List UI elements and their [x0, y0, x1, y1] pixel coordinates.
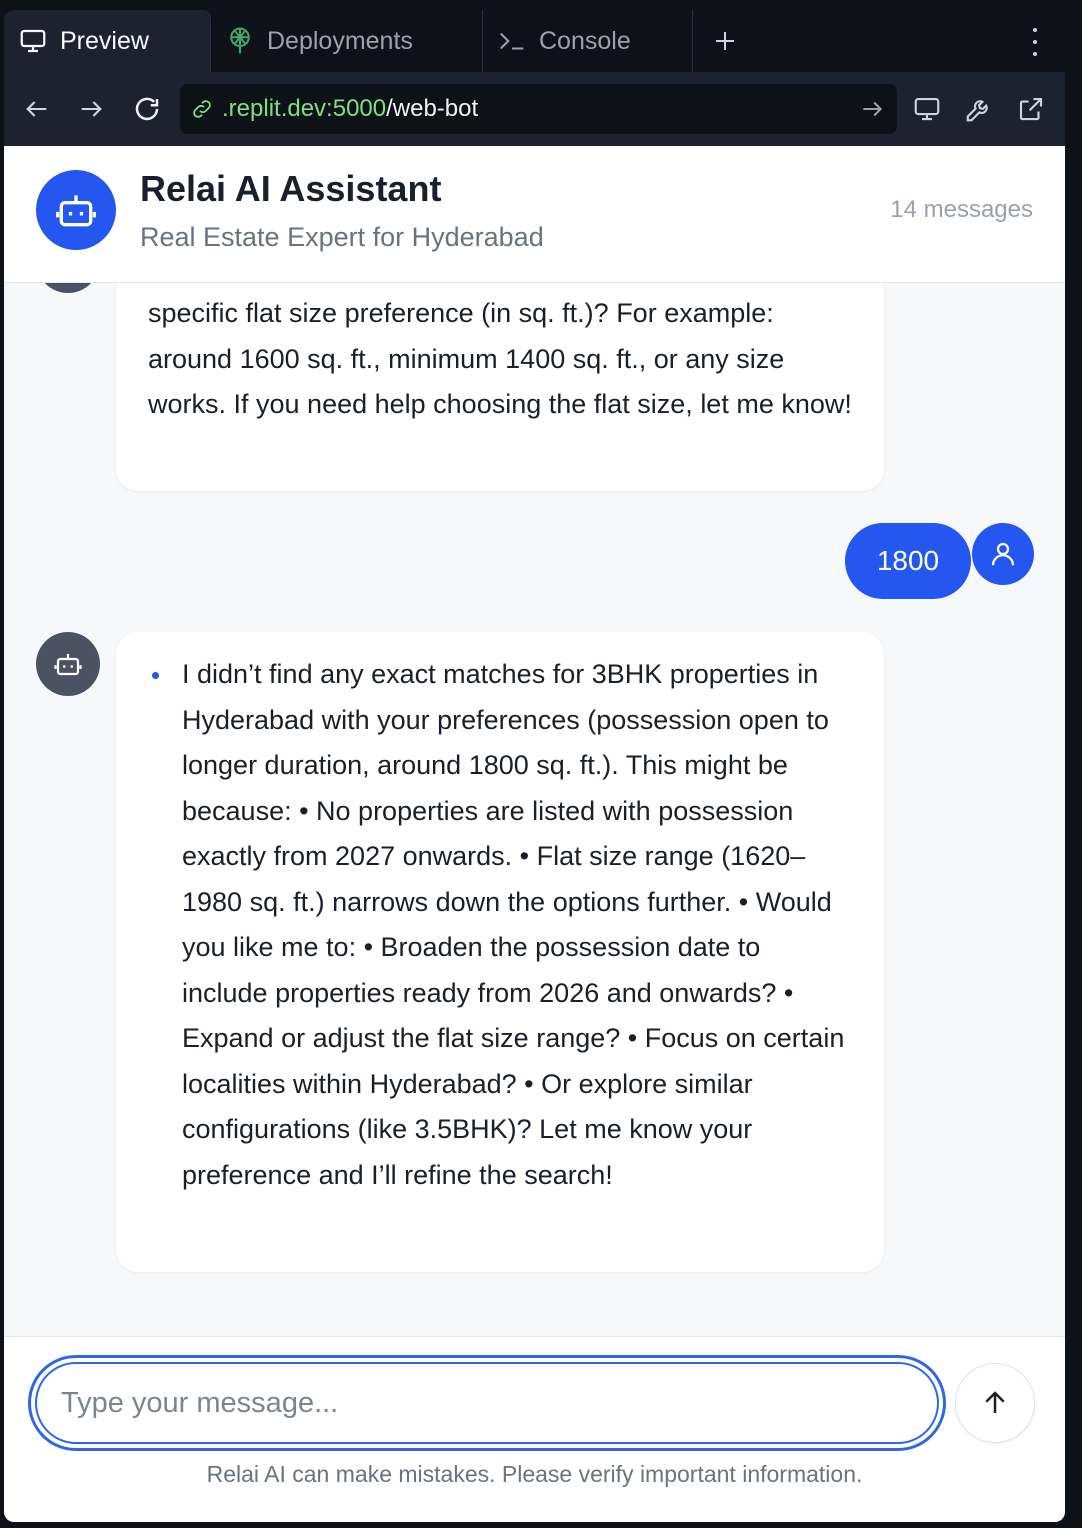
tab-label: Deployments: [267, 26, 413, 55]
url-bar[interactable]: .replit.dev:5000/web-bot: [180, 84, 897, 134]
tab-deployments[interactable]: Deployments: [211, 10, 483, 72]
tab-label: Console: [539, 26, 631, 55]
disclaimer: Relai AI can make mistakes. Please verif…: [206, 1461, 863, 1487]
arrow-right-icon: [81, 101, 102, 117]
back-button[interactable]: [20, 92, 54, 126]
deploy-icon: [230, 27, 250, 54]
devices-button[interactable]: [910, 92, 944, 126]
reload-button[interactable]: [130, 92, 164, 126]
message-list-content: I didn’t find any exact matches for 3BHK…: [148, 652, 852, 1198]
more-options-icon[interactable]: [1023, 28, 1047, 56]
new-tab-button[interactable]: [693, 10, 757, 72]
arrow-up-icon: [985, 1391, 1005, 1413]
forward-button[interactable]: [74, 92, 108, 126]
chat-header: Relai AI Assistant Real Estate Expert fo…: [4, 146, 1065, 283]
input-focus-ring: [28, 1355, 946, 1451]
nav-bar: .replit.dev:5000/web-bot: [4, 72, 1065, 146]
message-text: I didn’t find any exact matches for 3BHK…: [148, 652, 852, 1198]
reload-icon: [135, 97, 159, 121]
open-new-window-button[interactable]: [1014, 92, 1048, 126]
bot-icon: [54, 654, 82, 676]
external-link-icon: [1019, 97, 1043, 121]
plus-icon: [716, 32, 734, 50]
wrench-icon: [966, 100, 988, 122]
tab-preview[interactable]: Preview: [4, 10, 211, 72]
browser-frame: Preview Deployments Console .replit.dev:…: [4, 10, 1065, 1522]
composer: Relai AI can make mistakes. Please verif…: [4, 1336, 1065, 1522]
assistant-title: Relai AI Assistant: [140, 168, 442, 209]
tab-console[interactable]: Console: [483, 10, 693, 72]
user-avatar: [972, 523, 1034, 585]
bot-message: specific flat size preference (in sq. ft…: [116, 283, 884, 491]
tab-bar: Preview Deployments Console: [4, 10, 1065, 72]
message-text: specific flat size preference (in sq. ft…: [148, 298, 852, 419]
assistant-avatar: [36, 170, 116, 250]
user-icon: [991, 542, 1015, 566]
message-count: 14 messages: [890, 196, 1033, 223]
bot-avatar: [36, 632, 100, 696]
arrow-left-icon: [26, 101, 47, 117]
user-message: 1800: [845, 523, 971, 599]
devtools-button[interactable]: [962, 92, 996, 126]
terminal-icon: [500, 32, 524, 50]
monitor-icon: [914, 97, 940, 121]
message-text: 1800: [876, 545, 940, 576]
assistant-subtitle: Real Estate Expert for Hyderabad: [140, 222, 544, 252]
message-list[interactable]: specific flat size preference (in sq. ft…: [4, 283, 1065, 1336]
bot-icon: [56, 195, 96, 227]
monitor-icon: [20, 29, 46, 53]
tab-label: Preview: [60, 26, 149, 55]
chat-app: Relai AI Assistant Real Estate Expert fo…: [4, 146, 1065, 1522]
url-text: .replit.dev:5000/web-bot: [222, 95, 478, 123]
link-icon: [193, 100, 211, 118]
go-arrow-icon[interactable]: [859, 96, 885, 122]
message-input[interactable]: [35, 1362, 939, 1444]
url-host: .replit.dev:5000: [222, 95, 387, 122]
bot-message: I didn’t find any exact matches for 3BHK…: [116, 632, 884, 1272]
bot-avatar: [36, 283, 100, 293]
send-button[interactable]: [955, 1363, 1035, 1443]
url-path: /web-bot: [386, 95, 479, 122]
